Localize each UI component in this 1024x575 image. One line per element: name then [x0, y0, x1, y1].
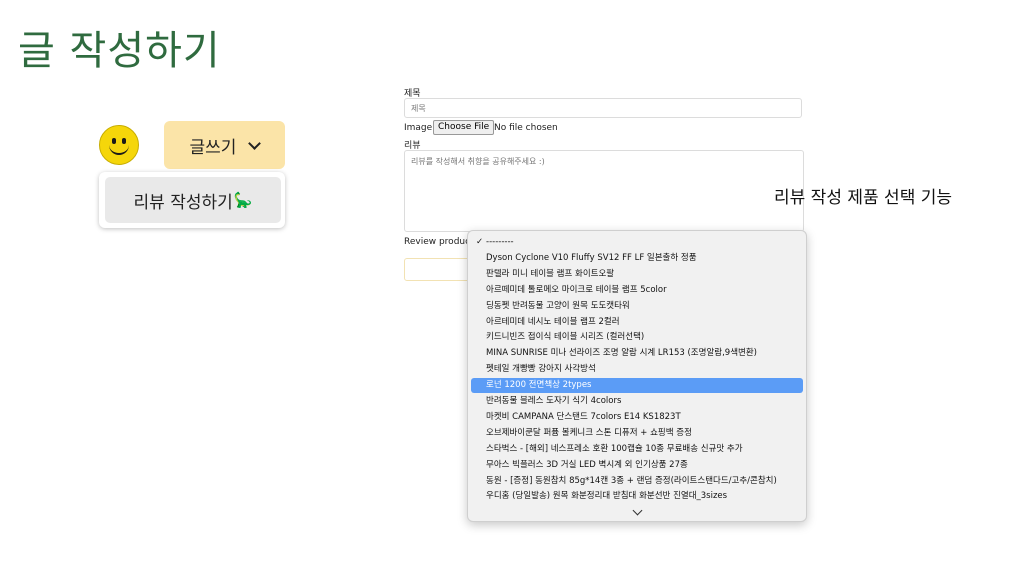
select-option-label: 키드니빈즈 접이식 테이블 시리즈 (컬러선택): [486, 332, 645, 343]
file-status: No file chosen: [494, 123, 558, 133]
select-option-label: 펫테일 개빵빵 강아지 사각방석: [486, 364, 596, 375]
image-label: Image:: [404, 123, 436, 133]
dinosaur-icon: 🦕: [233, 191, 253, 209]
select-option-label: 판텔라 미니 테이블 램프 화이트오팔: [486, 268, 615, 279]
select-option[interactable]: 아르테미데 네시노 테이블 램프 2컬러: [471, 315, 803, 330]
checkmark-icon: ✓: [476, 237, 484, 247]
select-option[interactable]: 동원 - [증정] 동원참치 85g*14캔 3종 + 랜덤 증정(라이트스탠다…: [471, 474, 803, 489]
select-option[interactable]: 판텔라 미니 테이블 램프 화이트오팔: [471, 267, 803, 282]
review-textarea[interactable]: [404, 150, 804, 232]
select-option[interactable]: 딩동펫 반려동물 고양이 원목 도도캣타워: [471, 299, 803, 314]
select-option-label: 로넌 1200 전면책상 2types: [486, 380, 592, 391]
smiley-face-icon: [99, 125, 139, 165]
select-option-label: 마켓비 CAMPANA 단스탠드 7colors E14 KS1823T: [486, 411, 681, 422]
select-option-label: MINA SUNRISE 미나 선라이즈 조명 알람 시계 LR153 (조명알…: [486, 348, 757, 359]
submit-button[interactable]: [404, 258, 470, 281]
select-option-label: 아르테미데 네시노 테이블 램프 2컬러: [486, 316, 620, 327]
scroll-down-icon[interactable]: [632, 505, 643, 516]
choose-file-button[interactable]: Choose File: [433, 120, 495, 135]
chevron-down-icon: [248, 136, 262, 150]
select-option[interactable]: 스타벅스 - [해외] 네스프레소 호환 100캡슐 10종 무료배송 신규맛 …: [471, 442, 803, 457]
select-option[interactable]: MINA SUNRISE 미나 선라이즈 조명 알람 시계 LR153 (조명알…: [471, 346, 803, 361]
select-option-label: 동원 - [증정] 동원참치 85g*14캔 3종 + 랜덤 증정(라이트스탠다…: [486, 475, 777, 486]
select-option-label: 아르떼미데 톨로메오 마이크로 테이블 램프 5color: [486, 284, 667, 295]
select-option[interactable]: 로넌 1200 전면책상 2types: [471, 378, 803, 394]
select-option[interactable]: 아르떼미데 톨로메오 마이크로 테이블 램프 5color: [471, 283, 803, 298]
write-dropdown-menu: 리뷰 작성하기 🦕: [99, 172, 285, 228]
feature-annotation: 리뷰 작성 제품 선택 기능: [774, 188, 953, 208]
select-option[interactable]: 마켓비 CAMPANA 단스탠드 7colors E14 KS1823T: [471, 410, 803, 425]
select-option[interactable]: ✓ ---------: [471, 235, 803, 250]
select-option-label: 우디홈 (당일발송) 원목 화분정리대 받침대 화분선반 진열대_3sizes: [486, 491, 728, 502]
select-option-label: ---------: [486, 237, 514, 247]
write-menu-button[interactable]: 글쓰기: [164, 121, 285, 169]
select-option-label: 딩동펫 반려동물 고양이 원목 도도캣타워: [486, 300, 630, 311]
select-option-label: 오브제바이쿤달 퍼퓸 볼케니크 스톤 디퓨저 + 쇼핑백 증정: [486, 427, 692, 438]
menu-item-label: 리뷰 작성하기: [133, 192, 233, 213]
write-menu-label: 글쓰기: [189, 137, 237, 158]
select-option-label: 반려동물 블레스 도자기 식기 4colors: [486, 396, 622, 406]
select-option[interactable]: 무아스 빅플러스 3D 거실 LED 벽시계 외 인기상품 27종: [471, 458, 803, 473]
product-select-dropdown[interactable]: ✓ --------- Dyson Cyclone V10 Fluffy SV12 …: [467, 230, 807, 522]
select-option[interactable]: 반려동물 블레스 도자기 식기 4colors: [471, 394, 803, 409]
select-option[interactable]: 펫테일 개빵빵 강아지 사각방석: [471, 362, 803, 377]
select-option-label: Dyson Cyclone V10 Fluffy SV12 FF LF 일본출하…: [486, 252, 697, 263]
select-option-label: 스타벅스 - [해외] 네스프레소 호환 100캡슐 10종 무료배송 신규맛 …: [486, 443, 743, 454]
menu-item-write-review[interactable]: 리뷰 작성하기 🦕: [105, 177, 281, 223]
select-option-label: 무아스 빅플러스 3D 거실 LED 벽시계 외 인기상품 27종: [486, 459, 688, 470]
review-product-label: Review product: [404, 237, 474, 247]
title-input[interactable]: [404, 98, 802, 118]
select-option[interactable]: 우디홈 (당일발송) 원목 화분정리대 받침대 화분선반 진열대_3sizes: [471, 489, 803, 504]
select-option[interactable]: 오브제바이쿤달 퍼퓸 볼케니크 스톤 디퓨저 + 쇼핑백 증정: [471, 426, 803, 441]
select-option[interactable]: Dyson Cyclone V10 Fluffy SV12 FF LF 일본출하…: [471, 251, 803, 266]
select-option[interactable]: 키드니빈즈 접이식 테이블 시리즈 (컬러선택): [471, 330, 803, 345]
page-title: 글 작성하기: [18, 28, 221, 74]
